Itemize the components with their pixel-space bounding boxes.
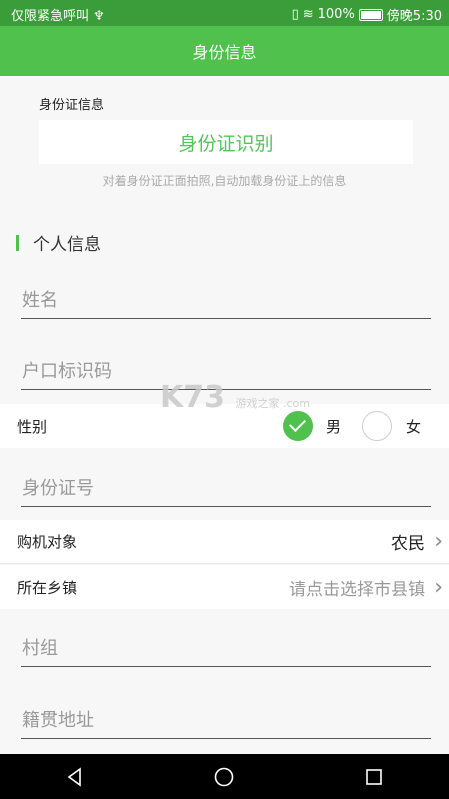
watermark-main: K73 (160, 380, 225, 415)
back-icon[interactable] (55, 762, 95, 792)
town-value: 请点击选择市县镇 (289, 579, 425, 600)
gender-label: 性别 (17, 417, 48, 436)
native-address-input[interactable] (21, 703, 431, 739)
status-icons: ▯ ≋ 100% 傍晚5:30 (292, 5, 442, 24)
personal-info-title: 个人信息 (33, 235, 101, 255)
personal-info-header: 个人信息 (16, 230, 101, 255)
chevron-right-icon: › (434, 529, 443, 554)
male-label[interactable]: 男 (326, 416, 341, 437)
male-radio-checked[interactable] (283, 411, 313, 441)
id-card-section-label: 身份证信息 (39, 98, 105, 113)
battery-icon (358, 8, 383, 21)
id-card-recognize-button[interactable]: 身份证识别 (39, 120, 413, 164)
wifi-icon: ≋ (302, 7, 314, 22)
watermark-logo: K73 游戏之家 .com (160, 380, 310, 415)
battery-percent: 100% (317, 7, 355, 22)
village-input[interactable] (21, 631, 431, 667)
section-accent-bar (16, 234, 19, 251)
status-bar: 仅限紧急呼叫 ♆ ▯ ≋ 100% 傍晚5:30 (0, 0, 449, 26)
page-title: 身份信息 (192, 43, 257, 62)
recents-icon[interactable] (354, 762, 394, 792)
home-icon[interactable] (204, 762, 244, 792)
female-radio[interactable] (362, 411, 392, 441)
watermark-sub: 游戏之家 .com (235, 397, 310, 410)
vibrate-icon: ▯ (291, 7, 299, 22)
buyer-type-row[interactable]: 购机对象 农民 › (0, 520, 449, 564)
clock: 傍晚5:30 (386, 9, 442, 24)
id-card-hint: 对着身份证正面拍照,自动加载身份证上的信息 (102, 174, 347, 188)
town-row[interactable]: 所在乡镇 请点击选择市县镇 › (0, 565, 449, 609)
chevron-right-icon: › (434, 574, 443, 600)
carrier-text: 仅限紧急呼叫 ♆ (11, 9, 105, 24)
town-label: 所在乡镇 (17, 578, 78, 597)
system-nav-bar (0, 754, 449, 799)
buyer-type-label: 购机对象 (17, 533, 78, 551)
id-number-input[interactable] (21, 471, 431, 507)
female-label[interactable]: 女 (406, 416, 421, 437)
buyer-type-value: 农民 (391, 534, 425, 554)
app-title-bar: 身份信息 (0, 26, 449, 76)
name-input[interactable] (21, 283, 431, 319)
